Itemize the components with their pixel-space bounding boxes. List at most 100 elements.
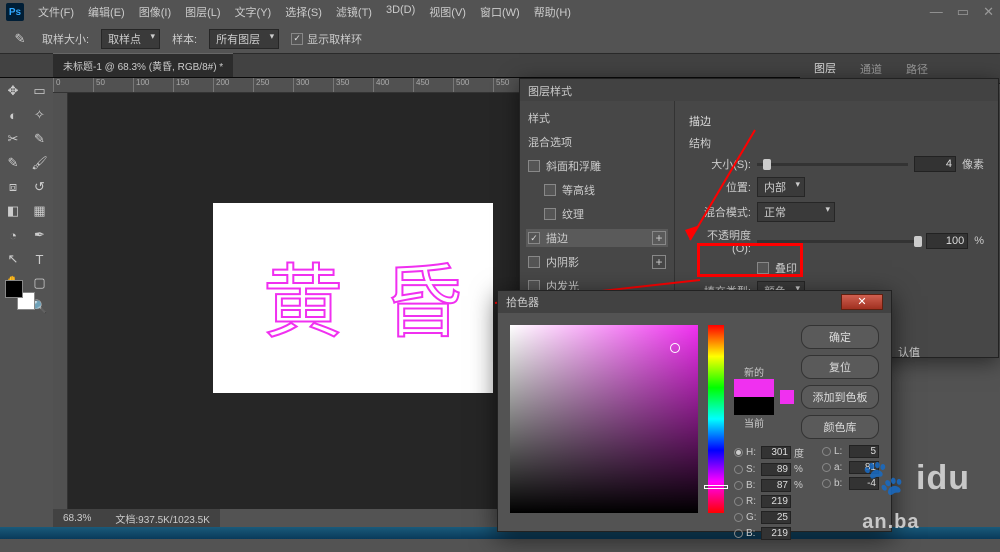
foreground-color[interactable]	[5, 280, 23, 298]
ls-blending[interactable]: 混合选项	[526, 133, 668, 151]
canvas-text-2[interactable]: 昏	[383, 238, 463, 354]
sample-size-dropdown[interactable]: 取样点	[101, 29, 160, 49]
move-tool-icon[interactable]: ✥	[3, 82, 23, 100]
dodge-tool-icon[interactable]: ◔	[3, 226, 23, 244]
position-dropdown[interactable]: 内部	[757, 177, 805, 197]
brush-tool-icon[interactable]: 🖌	[30, 154, 50, 172]
menu-file[interactable]: 文件(F)	[32, 2, 80, 22]
ruler-vertical[interactable]	[53, 93, 68, 509]
tab-layers[interactable]: 图层	[808, 57, 842, 81]
ok-button[interactable]: 确定	[801, 325, 879, 349]
h-unit: 度	[794, 445, 804, 460]
stamp-tool-icon[interactable]: ⧈	[3, 178, 23, 196]
document-canvas[interactable]: 黄 昏	[213, 203, 493, 393]
size-slider[interactable]	[757, 163, 908, 166]
gradient-tool-icon[interactable]: ▦	[30, 202, 50, 220]
eyedropper-tool-icon[interactable]: ✎	[30, 130, 50, 148]
plus-icon[interactable]: +	[652, 231, 666, 245]
tab-channels[interactable]: 通道	[854, 58, 888, 80]
ls-contour[interactable]: 等高线	[526, 181, 668, 199]
color-picker-close-icon[interactable]: ✕	[841, 294, 883, 310]
menu-edit[interactable]: 编辑(E)	[82, 2, 131, 22]
h-input[interactable]: 301	[761, 446, 791, 459]
plus-icon[interactable]: +	[652, 255, 666, 269]
document-tab[interactable]: 未标题-1 @ 68.3% (黄昏, RGB/8#) *	[53, 53, 233, 77]
zoom-level[interactable]: 68.3%	[63, 513, 91, 524]
g-input[interactable]: 25	[761, 511, 791, 524]
menu-window[interactable]: 窗口(W)	[474, 2, 526, 22]
lasso-tool-icon[interactable]: ◐	[3, 106, 23, 124]
canvas-text-1[interactable]: 黄	[263, 238, 343, 354]
l-radio[interactable]	[822, 447, 831, 456]
marquee-tool-icon[interactable]: ▭	[30, 82, 50, 100]
ls-styles[interactable]: 样式	[526, 109, 668, 127]
type-tool-icon[interactable]: T	[30, 250, 50, 268]
b2-input[interactable]: 219	[761, 527, 791, 540]
menu-text[interactable]: 文字(Y)	[229, 2, 278, 22]
hue-slider[interactable]	[708, 325, 724, 513]
g-label: G:	[746, 512, 758, 523]
current-color-preview[interactable]	[734, 397, 774, 415]
a-radio[interactable]	[822, 463, 831, 472]
ls-bevel[interactable]: 斜面和浮雕	[526, 157, 668, 175]
menu-select[interactable]: 选择(S)	[279, 2, 328, 22]
sample-dropdown[interactable]: 所有图层	[209, 29, 279, 49]
current-label: 当前	[734, 415, 774, 430]
history-tool-icon[interactable]: ↺	[30, 178, 50, 196]
b-unit: %	[794, 480, 803, 491]
b-radio[interactable]	[734, 481, 743, 490]
window-controls: — ▭ ✕	[930, 4, 994, 20]
menu-filter[interactable]: 滤镜(T)	[330, 2, 378, 22]
menu-view[interactable]: 视图(V)	[423, 2, 472, 22]
b2-radio[interactable]	[734, 529, 743, 538]
window-max-icon[interactable]: ▭	[957, 4, 969, 20]
h-label: H:	[746, 447, 758, 458]
tab-paths[interactable]: 路径	[900, 58, 934, 80]
cancel-button[interactable]: 复位	[801, 355, 879, 379]
blend-dropdown[interactable]: 正常	[757, 202, 835, 222]
menu-image[interactable]: 图像(I)	[133, 2, 177, 22]
menu-layer[interactable]: 图层(L)	[179, 2, 226, 22]
r-radio[interactable]	[734, 497, 743, 506]
h-radio[interactable]	[734, 448, 743, 457]
menu-help[interactable]: 帮助(H)	[528, 2, 577, 22]
default-button[interactable]: 认值	[898, 344, 920, 360]
l-input[interactable]: 5	[849, 445, 879, 458]
ls-stroke[interactable]: ✓描边+	[526, 229, 668, 247]
window-close-icon[interactable]: ✕	[983, 4, 994, 20]
a-input[interactable]: 81	[849, 461, 879, 474]
bb-input[interactable]: -4	[849, 477, 879, 490]
s-input[interactable]: 89	[761, 463, 791, 476]
color-picker-title: 拾色器	[506, 294, 539, 310]
healing-tool-icon[interactable]: ✎	[3, 154, 23, 172]
new-color-preview	[734, 379, 774, 397]
crop-tool-icon[interactable]: ✂	[3, 130, 23, 148]
show-ring-checkbox[interactable]: ✓显示取样环	[291, 31, 362, 47]
window-min-icon[interactable]: —	[930, 4, 943, 20]
g-radio[interactable]	[734, 513, 743, 522]
menu-3d[interactable]: 3D(D)	[380, 2, 421, 22]
libraries-button[interactable]: 颜色库	[801, 415, 879, 439]
blend-label: 混合模式:	[689, 204, 751, 220]
ls-inner-shadow[interactable]: 内阴影+	[526, 253, 668, 271]
options-bar: ✎ 取样大小: 取样点 样本: 所有图层 ✓显示取样环	[0, 24, 1000, 54]
wand-tool-icon[interactable]: ✧	[30, 106, 50, 124]
saturation-brightness-field[interactable]	[510, 325, 698, 513]
add-swatch-button[interactable]: 添加到色板	[801, 385, 879, 409]
eyedropper-icon[interactable]: ✎	[10, 30, 30, 48]
s-radio[interactable]	[734, 465, 743, 474]
pen-tool-icon[interactable]: ✒	[30, 226, 50, 244]
color-swatches[interactable]	[5, 280, 35, 310]
sat-cursor[interactable]	[670, 343, 680, 353]
eraser-tool-icon[interactable]: ◧	[3, 202, 23, 220]
layer-style-title[interactable]: 图层样式	[520, 79, 998, 101]
color-picker-titlebar[interactable]: 拾色器 ✕	[498, 291, 891, 313]
size-input[interactable]: 4	[914, 156, 956, 172]
path-tool-icon[interactable]: ↖	[3, 250, 23, 268]
r-input[interactable]: 219	[761, 495, 791, 508]
b-input[interactable]: 87	[761, 479, 791, 492]
ls-texture[interactable]: 纹理	[526, 205, 668, 223]
hue-thumb[interactable]	[704, 485, 728, 489]
bb-radio[interactable]	[822, 479, 831, 488]
opacity-input[interactable]: 100	[926, 233, 968, 249]
